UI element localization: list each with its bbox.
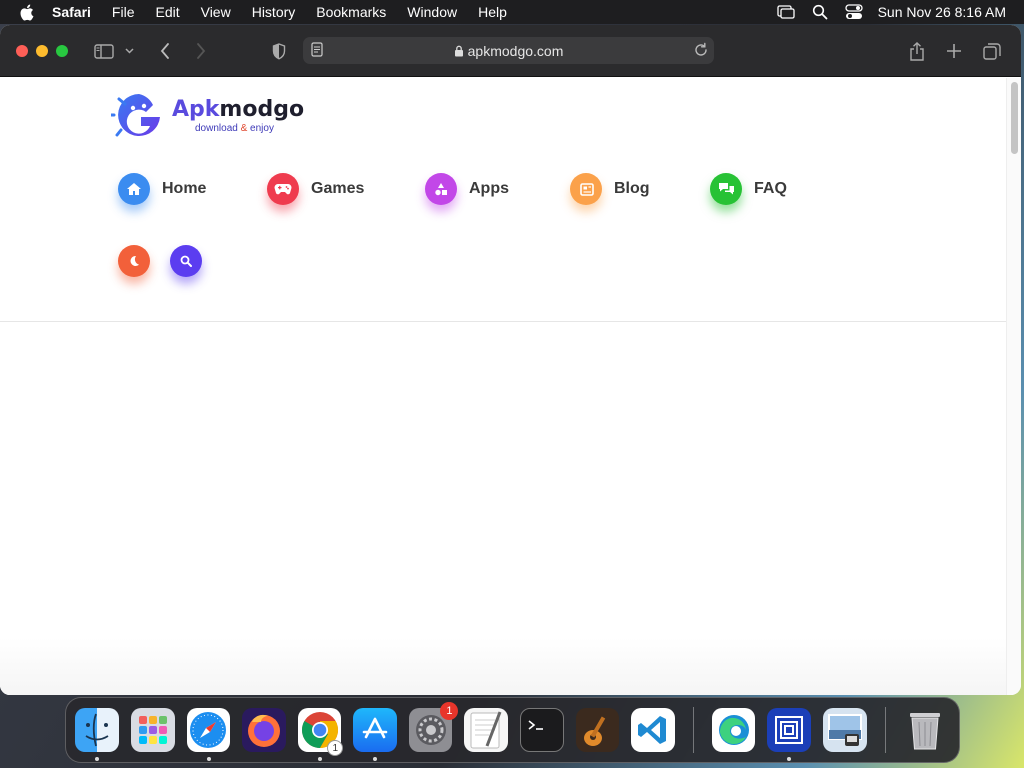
finder-icon[interactable] bbox=[75, 708, 119, 761]
logo-title-apk: Apk bbox=[172, 96, 220, 122]
safari-window: apkmodgo.com Apkmodgo download & enjoy H… bbox=[0, 25, 1021, 695]
scrollbar-thumb[interactable] bbox=[1011, 82, 1018, 154]
window-controls bbox=[16, 44, 68, 57]
minimize-window-button[interactable] bbox=[36, 44, 48, 57]
shapes-icon bbox=[425, 173, 457, 205]
lock-icon bbox=[454, 45, 464, 57]
menu-history[interactable]: History bbox=[252, 4, 296, 20]
running-indicator bbox=[95, 757, 99, 761]
running-indicator bbox=[373, 757, 378, 761]
header-actions bbox=[118, 245, 202, 277]
nav-blog[interactable]: Blog bbox=[570, 173, 710, 205]
menu-bar: Safari File Edit View History Bookmarks … bbox=[0, 0, 1024, 24]
logo-tagline: download & enjoy bbox=[195, 123, 304, 134]
search-icon[interactable] bbox=[170, 245, 202, 277]
launchpad-icon[interactable] bbox=[131, 708, 175, 752]
edge-icon[interactable] bbox=[711, 708, 756, 752]
firefox-icon[interactable] bbox=[242, 708, 286, 752]
tagline-ampersand: & bbox=[240, 122, 248, 134]
menu-safari[interactable]: Safari bbox=[52, 4, 91, 20]
running-indicator bbox=[787, 757, 792, 761]
nav-blog-label: Blog bbox=[614, 180, 650, 197]
preview-icon[interactable] bbox=[822, 708, 867, 752]
apple-menu-icon[interactable] bbox=[16, 2, 36, 22]
garageband-icon[interactable] bbox=[575, 708, 620, 752]
gamepad-icon bbox=[267, 173, 299, 205]
privacy-shield-icon[interactable] bbox=[268, 41, 290, 61]
main-nav: Home Games Apps Blog FAQ bbox=[118, 173, 787, 205]
menu-bar-clock[interactable]: Sun Nov 26 8:16 AM bbox=[878, 4, 1006, 20]
sidebar-toggle-icon[interactable] bbox=[93, 41, 115, 61]
trash-icon[interactable] bbox=[904, 708, 948, 752]
chrome-badge: 1 bbox=[327, 740, 344, 756]
logo-title: Apkmodgo bbox=[172, 97, 304, 123]
dock: 1 1 bbox=[65, 697, 960, 763]
terminal-icon[interactable] bbox=[520, 708, 564, 752]
display-mirroring-icon[interactable] bbox=[776, 2, 796, 22]
dock-separator bbox=[692, 707, 694, 753]
url-text: apkmodgo.com bbox=[467, 42, 564, 59]
settings-badge: 1 bbox=[440, 702, 459, 720]
vertical-scrollbar[interactable] bbox=[1006, 78, 1021, 695]
vscode-icon[interactable] bbox=[631, 708, 675, 752]
app-store-icon[interactable] bbox=[353, 708, 397, 761]
nav-apps[interactable]: Apps bbox=[425, 173, 570, 205]
safari-icon[interactable] bbox=[186, 708, 231, 761]
menu-view[interactable]: View bbox=[201, 4, 231, 20]
screen-sharing-icon[interactable] bbox=[767, 708, 811, 761]
home-icon bbox=[118, 173, 150, 205]
logo-title-modgo: modgo bbox=[219, 96, 305, 122]
menu-help[interactable]: Help bbox=[478, 4, 507, 20]
new-tab-icon[interactable] bbox=[943, 41, 965, 61]
textedit-icon[interactable] bbox=[464, 708, 509, 752]
nav-home[interactable]: Home bbox=[118, 173, 267, 205]
newspaper-icon bbox=[570, 173, 602, 205]
forward-button[interactable] bbox=[190, 41, 212, 61]
back-button[interactable] bbox=[154, 41, 176, 61]
menu-edit[interactable]: Edit bbox=[155, 4, 179, 20]
menu-file[interactable]: File bbox=[112, 4, 135, 20]
logo-text: Apkmodgo download & enjoy bbox=[167, 97, 304, 134]
nav-games[interactable]: Games bbox=[267, 173, 425, 205]
tab-overview-icon[interactable] bbox=[981, 41, 1003, 61]
running-indicator bbox=[206, 757, 211, 761]
nav-games-label: Games bbox=[311, 180, 365, 197]
nav-faq-label: FAQ bbox=[754, 180, 787, 197]
page-bottom-fade bbox=[0, 638, 1006, 695]
reader-view-icon[interactable] bbox=[311, 42, 323, 60]
apkmodgo-logo-icon bbox=[109, 90, 167, 140]
nav-home-label: Home bbox=[162, 180, 207, 197]
menu-window[interactable]: Window bbox=[407, 4, 457, 20]
zoom-window-button[interactable] bbox=[56, 44, 68, 57]
nav-apps-label: Apps bbox=[469, 180, 509, 197]
tagline-enjoy: enjoy bbox=[250, 122, 274, 134]
reload-icon[interactable] bbox=[694, 42, 708, 60]
chat-icon bbox=[710, 173, 742, 205]
nav-faq[interactable]: FAQ bbox=[710, 173, 787, 205]
menu-bookmarks[interactable]: Bookmarks bbox=[316, 4, 386, 20]
share-icon[interactable] bbox=[906, 41, 928, 61]
dock-separator bbox=[884, 707, 886, 753]
web-page: Apkmodgo download & enjoy Home Games App… bbox=[0, 78, 1006, 695]
browser-toolbar: apkmodgo.com bbox=[0, 25, 1021, 77]
chevron-down-icon[interactable] bbox=[122, 41, 136, 61]
close-window-button[interactable] bbox=[16, 44, 28, 57]
moon-icon[interactable] bbox=[118, 245, 150, 277]
site-logo[interactable]: Apkmodgo download & enjoy bbox=[109, 90, 304, 140]
control-center-icon[interactable] bbox=[844, 2, 864, 22]
settings-icon[interactable]: 1 bbox=[408, 702, 459, 752]
header-divider bbox=[0, 321, 1006, 322]
tagline-download: download bbox=[195, 122, 238, 134]
chrome-icon[interactable]: 1 bbox=[297, 708, 344, 761]
address-bar[interactable]: apkmodgo.com bbox=[303, 37, 714, 64]
running-indicator bbox=[317, 757, 322, 761]
spotlight-search-icon[interactable] bbox=[810, 2, 830, 22]
